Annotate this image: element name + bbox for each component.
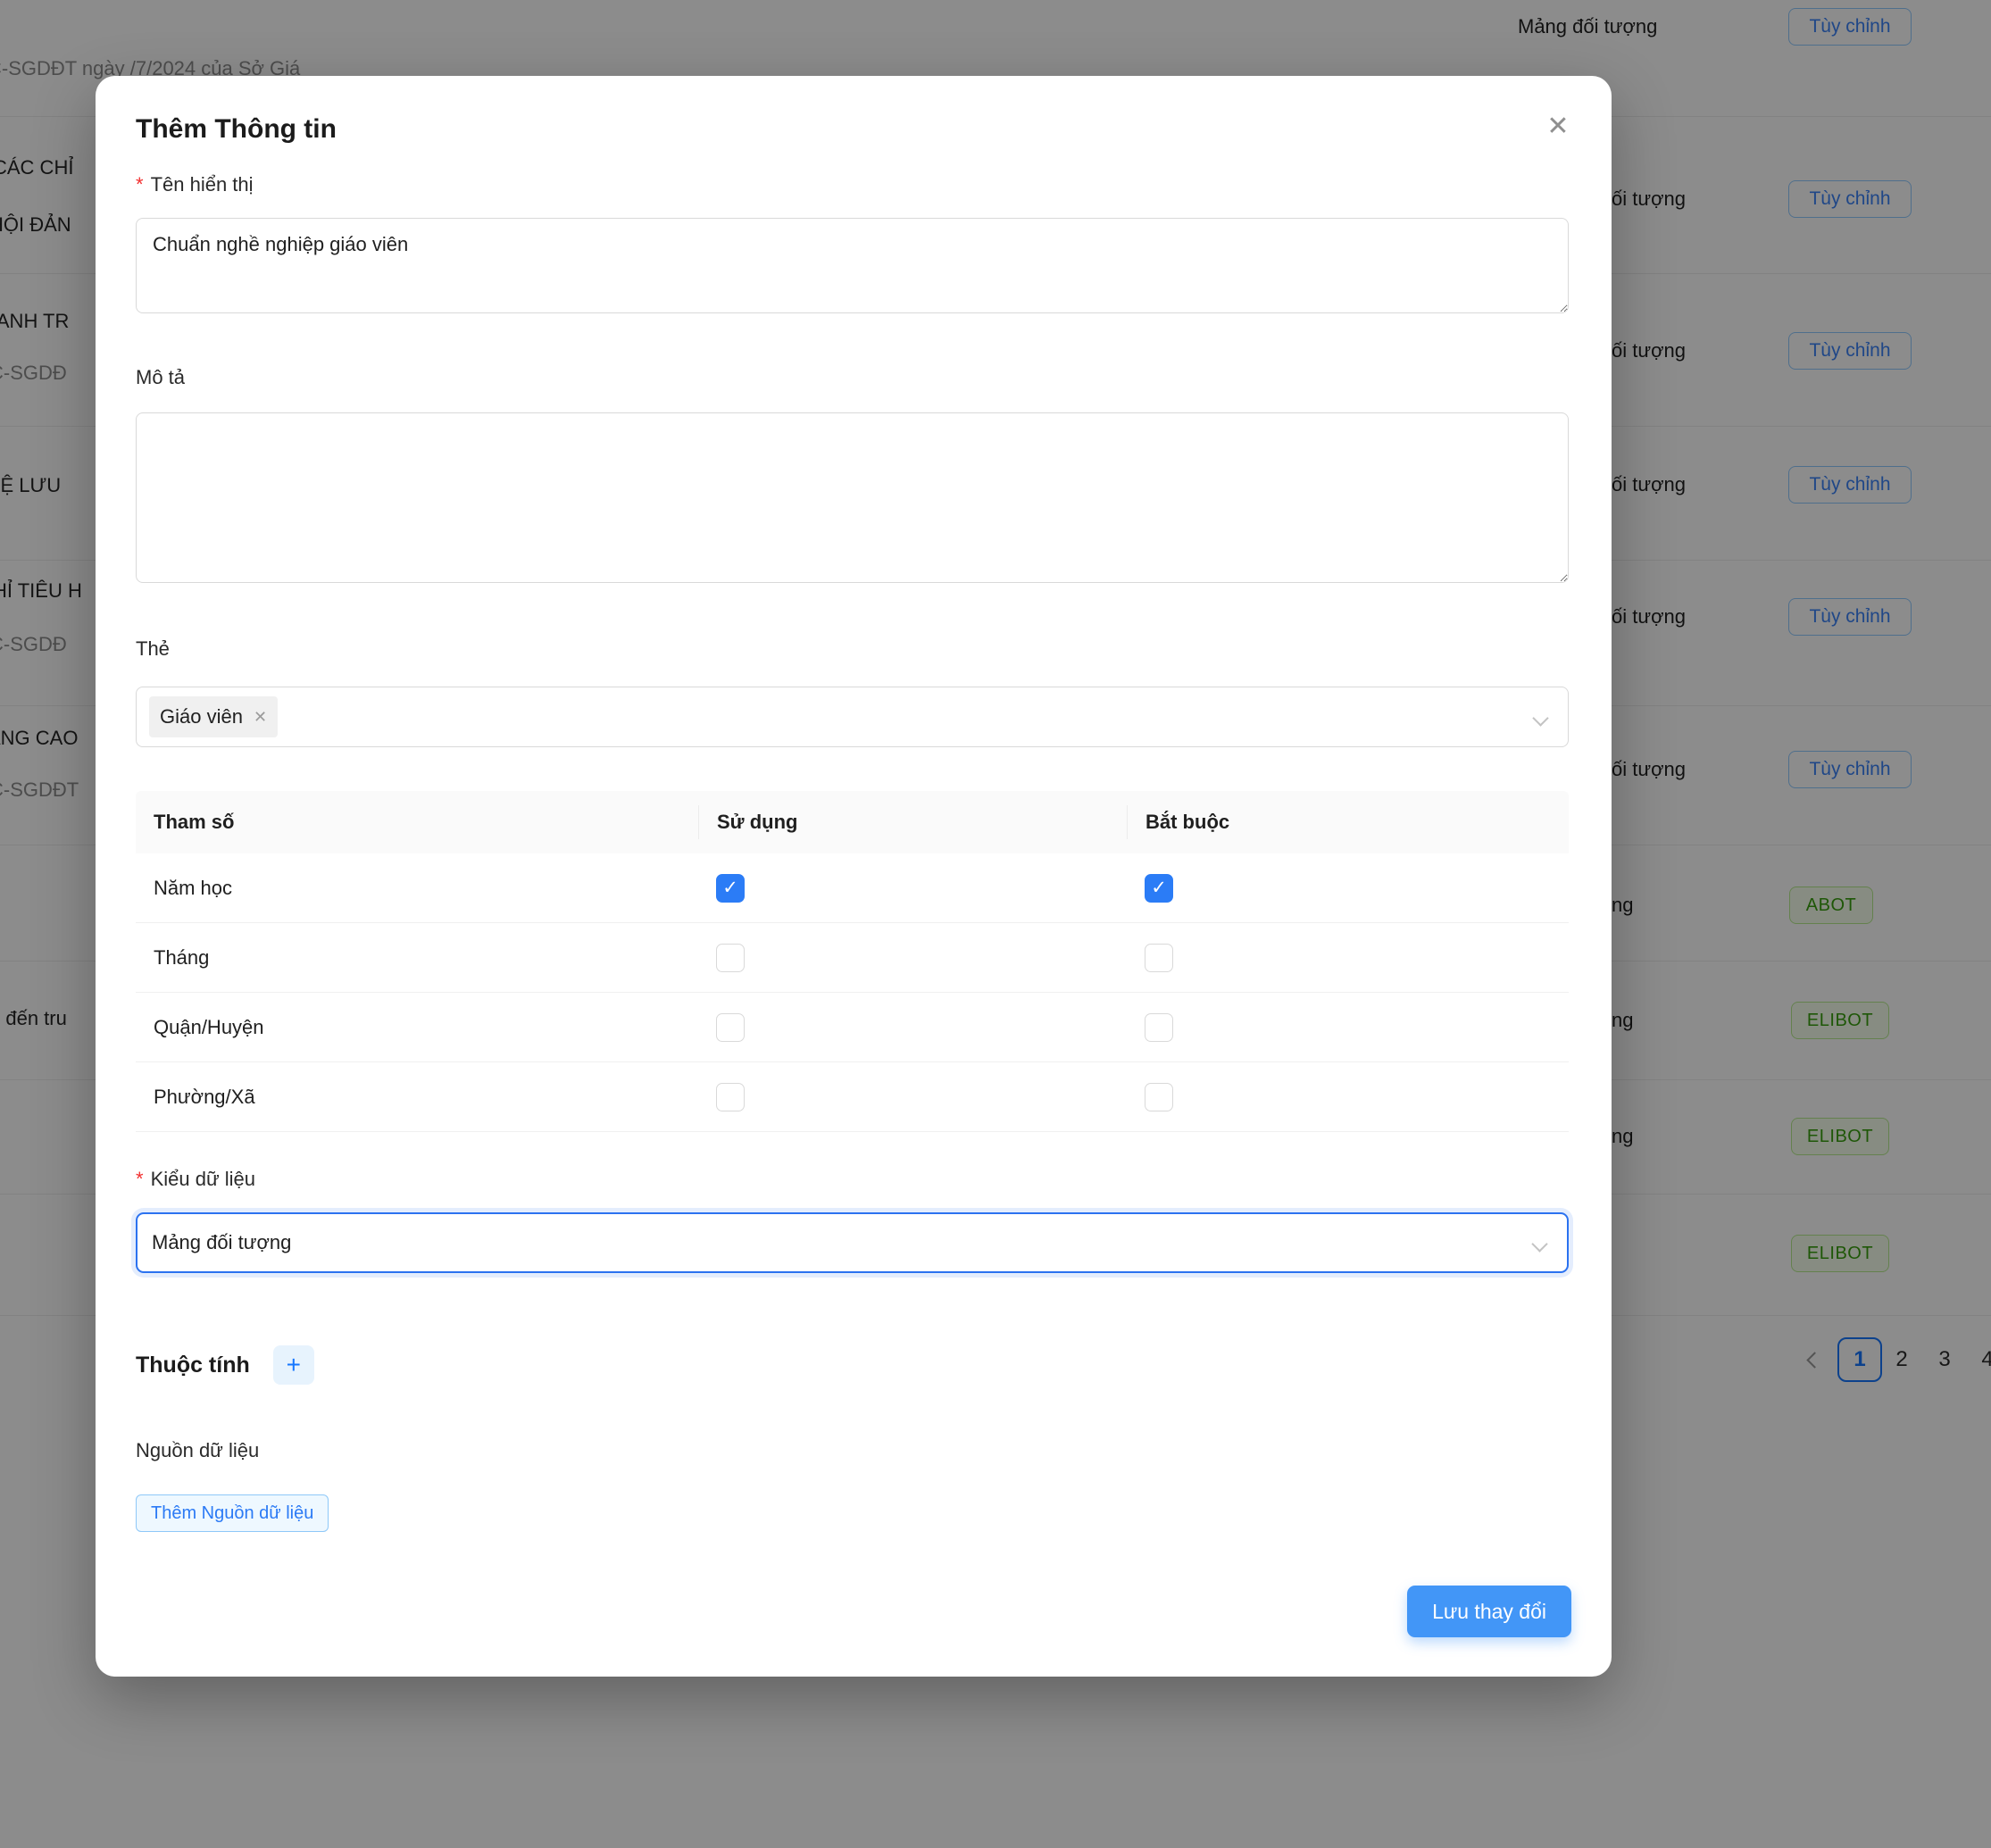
description-input[interactable] [136,412,1569,583]
tags-label: Thẻ [136,635,170,663]
param-name: Năm học [136,877,698,900]
tag-chip-text: Giáo viên [160,705,243,728]
add-attribute-button[interactable]: + [273,1345,314,1385]
use-checkbox[interactable] [716,874,745,903]
use-checkbox[interactable] [716,944,745,972]
display-name-label: * Tên hiển thị [136,171,254,199]
param-name: Quận/Huyện [136,1016,698,1039]
required-checkbox[interactable] [1145,1013,1173,1042]
tags-select[interactable]: Giáo viên ✕ [136,687,1569,747]
required-asterisk: * [136,171,144,199]
required-checkbox[interactable] [1145,1083,1173,1111]
add-info-modal: Thêm Thông tin ✕ * Tên hiển thị Chuẩn ng… [96,76,1612,1677]
data-type-select[interactable]: Mảng đối tượng [136,1212,1569,1273]
data-source-label-text: Nguồn dữ liệu [136,1436,259,1465]
add-data-source-button[interactable]: Thêm Nguồn dữ liệu [136,1494,329,1532]
required-asterisk: * [136,1165,144,1194]
data-source-label: Nguồn dữ liệu [136,1436,259,1465]
column-header-required: Bắt buộc [1127,805,1569,839]
table-row: Tháng [136,923,1569,993]
required-checkbox[interactable] [1145,874,1173,903]
chevron-down-icon [1532,710,1548,726]
close-icon[interactable]: ✕ [1540,108,1576,144]
use-checkbox[interactable] [716,1083,745,1111]
column-header-param: Tham số [136,808,698,837]
tags-label-text: Thẻ [136,635,170,663]
params-table: Tham số Sử dụng Bắt buộc Năm học Tháng Q… [136,791,1569,1132]
description-label: Mô tả [136,363,185,392]
use-checkbox[interactable] [716,1013,745,1042]
attributes-section: Thuộc tính + [136,1344,314,1386]
table-row: Quận/Huyện [136,993,1569,1062]
table-row: Phường/Xã [136,1062,1569,1132]
modal-title: Thêm Thông tin [136,110,337,149]
chevron-down-icon [1531,1236,1547,1252]
data-type-label-text: Kiểu dữ liệu [151,1165,255,1194]
save-button[interactable]: Lưu thay đổi [1407,1586,1571,1637]
display-name-input[interactable]: Chuẩn nghề nghiệp giáo viên [136,218,1569,313]
column-header-use: Sử dụng [698,805,1127,839]
attributes-title: Thuộc tính [136,1353,250,1378]
display-name-label-text: Tên hiển thị [151,171,254,199]
param-name: Phường/Xã [136,1086,698,1109]
param-name: Tháng [136,946,698,970]
data-type-label: * Kiểu dữ liệu [136,1165,255,1194]
tag-remove-icon[interactable]: ✕ [254,708,267,727]
tag-chip: Giáo viên ✕ [149,696,278,737]
required-checkbox[interactable] [1145,944,1173,972]
params-table-header: Tham số Sử dụng Bắt buộc [136,791,1569,853]
screen: Mảng đối tượng Tùy chỉnh C-SGDĐT ngày /7… [0,0,1991,1848]
data-type-value: Mảng đối tượng [152,1231,291,1254]
description-label-text: Mô tả [136,363,185,392]
table-row: Năm học [136,853,1569,923]
